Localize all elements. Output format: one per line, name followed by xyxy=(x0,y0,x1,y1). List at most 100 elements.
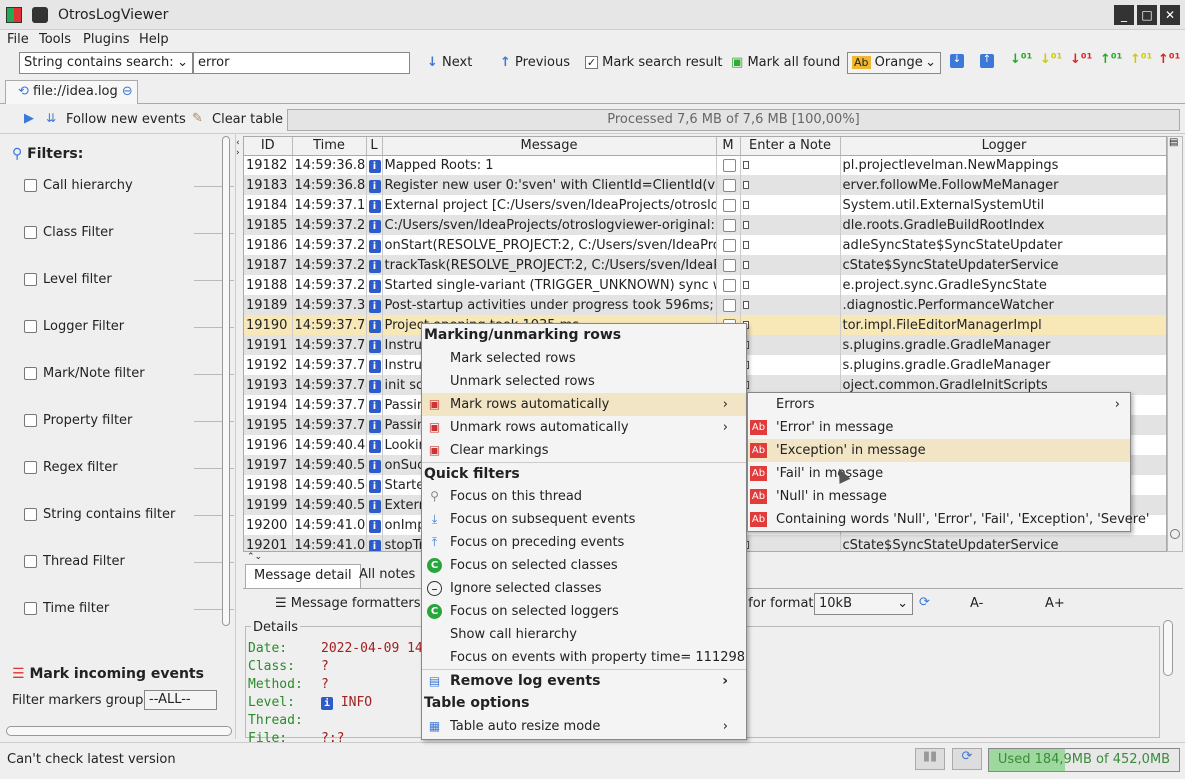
note-icon[interactable] xyxy=(742,260,749,269)
clear-table-button[interactable]: Clear table xyxy=(212,112,283,127)
col-note-header[interactable]: Enter a Note xyxy=(740,137,841,156)
note-icon[interactable] xyxy=(742,220,749,229)
filter-mark-note[interactable]: Mark/Note filter xyxy=(24,366,234,381)
table-scrollbar[interactable] xyxy=(1167,136,1183,552)
table-row[interactable]: 1918714:59:37.245itrackTask(RESOLVE_PROJ… xyxy=(244,255,1166,275)
mark-checkbox[interactable] xyxy=(722,298,736,312)
note-icon[interactable] xyxy=(742,160,749,169)
pause-icon[interactable]: ▮▮ xyxy=(915,748,945,770)
filter-thread[interactable]: Thread Filter xyxy=(24,554,234,569)
table-row[interactable]: 1918214:59:36.826iMapped Roots: 1 pl.proj… xyxy=(244,155,1166,175)
refresh-icon[interactable]: ⟳ xyxy=(919,595,930,610)
next-mark-icon[interactable]: ↓ xyxy=(950,54,964,68)
splitter-arrows[interactable]: ⌃⌄ xyxy=(247,552,262,562)
focus-subsequent-item[interactable]: ⤓ Focus on subsequent events xyxy=(422,508,746,531)
details-scrollbar[interactable] xyxy=(1163,620,1173,676)
checkbox[interactable] xyxy=(24,461,37,474)
filter-level[interactable]: Level filter xyxy=(24,272,234,287)
null-in-message-item[interactable]: Ab 'Null' in message xyxy=(748,485,1130,508)
col-time-header[interactable]: Time xyxy=(292,137,367,156)
column-chooser-icon[interactable]: ▤ xyxy=(1169,137,1181,149)
mark-color-select[interactable]: Ab Orange ⌄ xyxy=(847,52,941,74)
col-mark-header[interactable]: M xyxy=(716,137,741,156)
tab-message-detail[interactable]: Message detail xyxy=(245,564,361,588)
filter-property[interactable]: Property filter xyxy=(24,413,234,428)
close-button[interactable]: ✕ xyxy=(1160,5,1180,25)
checkbox[interactable] xyxy=(24,414,37,427)
mark-rows-automatically-item[interactable]: ▣ Mark rows automatically › xyxy=(422,393,746,416)
checkbox[interactable] xyxy=(24,273,37,286)
clear-markings-item[interactable]: ▣ Clear markings xyxy=(422,439,746,462)
scroll-knob-icon[interactable] xyxy=(1170,529,1180,539)
prev-level-error-icon[interactable]: ↑⁰¹ xyxy=(1158,52,1180,67)
prev-level-warning-icon[interactable]: ↑⁰¹ xyxy=(1130,52,1152,67)
previous-button[interactable]: ↑ Previous xyxy=(500,52,570,74)
note-icon[interactable] xyxy=(742,180,749,189)
table-row[interactable]: 1918314:59:36.843iRegister new user 0:'s… xyxy=(244,175,1166,195)
focus-property-item[interactable]: Focus on events with property time= 1112… xyxy=(422,646,746,669)
focus-thread-item[interactable]: ⚲ Focus on this thread xyxy=(422,485,746,508)
next-level-error-icon[interactable]: ↓⁰¹ xyxy=(1070,52,1092,67)
mark-checkbox[interactable] xyxy=(722,198,736,212)
prev-level-info-icon[interactable]: ↑⁰¹ xyxy=(1100,52,1122,67)
table-left-arrows[interactable]: ‹ › xyxy=(236,138,243,168)
unmark-selected-rows-item[interactable]: Unmark selected rows xyxy=(422,370,746,393)
menu-plugins[interactable]: Plugins xyxy=(83,32,130,47)
menu-help[interactable]: Help xyxy=(139,32,169,47)
checkbox[interactable] xyxy=(24,320,37,333)
format-size-select[interactable]: 10kB ⌄ xyxy=(814,593,913,615)
follow-new-events-button[interactable]: Follow new events xyxy=(66,112,186,127)
focus-selected-loggers-item[interactable]: C Focus on selected loggers xyxy=(422,600,746,623)
next-level-warning-icon[interactable]: ↓⁰¹ xyxy=(1040,52,1062,67)
checkbox[interactable] xyxy=(24,508,37,521)
ignore-selected-classes-item[interactable]: – Ignore selected classes xyxy=(422,577,746,600)
table-row[interactable]: 1918614:59:37.244ionStart(RESOLVE_PROJEC… xyxy=(244,235,1166,255)
sidebar-hscrollbar[interactable] xyxy=(6,726,232,736)
note-icon[interactable] xyxy=(742,240,749,249)
font-decrease-button[interactable]: A- xyxy=(970,596,983,611)
search-input[interactable]: error xyxy=(193,52,410,74)
mark-checkbox[interactable] xyxy=(722,158,736,172)
filter-call-hierarchy[interactable]: Call hierarchy xyxy=(24,178,234,193)
checkbox[interactable] xyxy=(24,602,37,615)
show-call-hierarchy-item[interactable]: Show call hierarchy xyxy=(422,623,746,646)
focus-selected-classes-item[interactable]: C Focus on selected classes xyxy=(422,554,746,577)
table-row[interactable]: 1918914:59:37.361iPost-startup activitie… xyxy=(244,295,1166,315)
col-id-header[interactable]: ID xyxy=(244,137,293,156)
note-icon[interactable] xyxy=(742,280,749,289)
checkbox[interactable] xyxy=(24,555,37,568)
filter-string-contains[interactable]: String contains filter xyxy=(24,507,234,522)
checkbox[interactable] xyxy=(24,367,37,380)
next-button[interactable]: ↓ Next xyxy=(427,52,472,74)
tab-idea-log[interactable]: ⟲ file://idea.log ⊖ xyxy=(5,80,138,104)
mark-all-found-button[interactable]: ▣ Mark all found xyxy=(731,52,840,74)
next-level-info-icon[interactable]: ↓⁰¹ xyxy=(1010,52,1032,67)
memory-usage-bar[interactable]: Used 184,9MB of 452,0MB xyxy=(988,748,1180,772)
filter-class[interactable]: Class Filter xyxy=(24,225,234,240)
focus-preceding-item[interactable]: ⤒ Focus on preceding events xyxy=(422,531,746,554)
unmark-rows-automatically-item[interactable]: ▣ Unmark rows automatically › xyxy=(422,416,746,439)
note-icon[interactable] xyxy=(742,200,749,209)
menu-file[interactable]: File xyxy=(7,32,29,47)
col-level-header[interactable]: L xyxy=(366,137,383,156)
fail-in-message-item[interactable]: Ab 'Fail' in message xyxy=(748,462,1130,485)
sidebar-scrollbar[interactable] xyxy=(222,136,230,626)
checkbox[interactable] xyxy=(24,179,37,192)
mark-checkbox[interactable] xyxy=(722,218,736,232)
errors-submenu-item[interactable]: Errors › xyxy=(748,393,1130,416)
mark-selected-rows-item[interactable]: Mark selected rows xyxy=(422,347,746,370)
table-row[interactable]: 1918514:59:37.242iC:/Users/sven/IdeaProj… xyxy=(244,215,1166,235)
filter-time[interactable]: Time filter xyxy=(24,601,234,616)
window-menu-icon[interactable] xyxy=(32,7,48,23)
filter-regex[interactable]: Regex filter xyxy=(24,460,234,475)
search-mode-select[interactable]: String contains search: ⌄ xyxy=(19,52,193,74)
mark-checkbox[interactable] xyxy=(722,238,736,252)
containing-words-item[interactable]: Ab Containing words 'Null', 'Error', 'Fai… xyxy=(748,508,1149,531)
exception-in-message-item[interactable]: Ab 'Exception' in message xyxy=(748,439,1130,462)
font-increase-button[interactable]: A+ xyxy=(1045,596,1065,611)
message-formatters-button[interactable]: ☰ Message formatters xyxy=(275,596,421,611)
col-message-header[interactable]: Message xyxy=(382,137,717,156)
table-row[interactable]: 1918414:59:37.153iExternal project [C:/U… xyxy=(244,195,1166,215)
menu-tools[interactable]: Tools xyxy=(39,32,71,47)
checkbox[interactable] xyxy=(24,226,37,239)
